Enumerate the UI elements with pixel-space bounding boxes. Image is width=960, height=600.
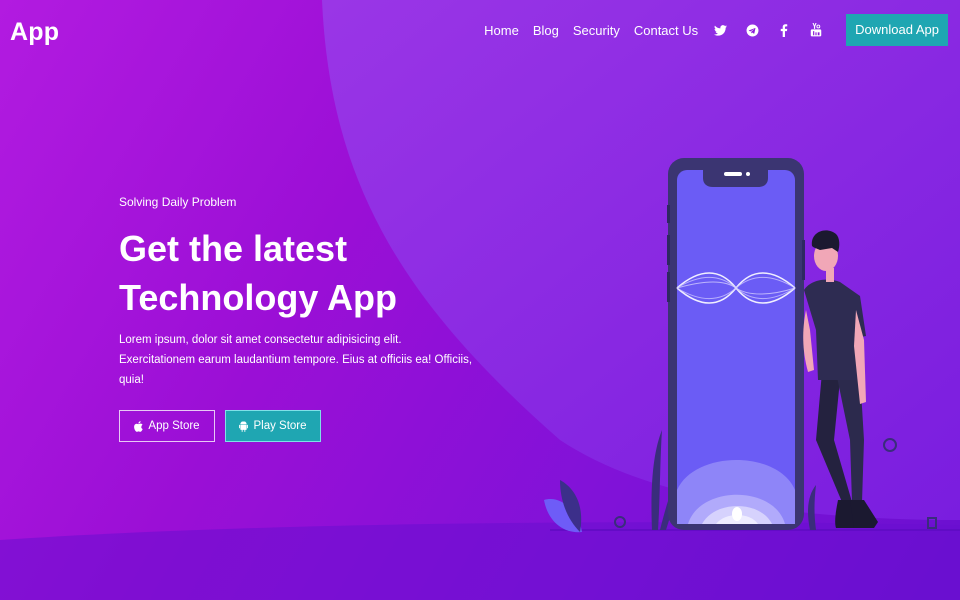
youtube-icon[interactable] xyxy=(808,22,824,38)
telegram-icon[interactable] xyxy=(744,22,760,38)
cta-buttons: App Store Play Store xyxy=(119,410,499,442)
logo[interactable]: App xyxy=(10,18,59,47)
main-nav: Home Blog Security Contact Us Download A… xyxy=(484,14,948,46)
play-store-button[interactable]: Play Store xyxy=(225,410,321,442)
top-navbar: App Home Blog Security Contact Us Downlo… xyxy=(0,0,960,64)
hero-title-line-1: Get the latest xyxy=(119,228,348,269)
phone-illustration xyxy=(544,158,960,533)
app-store-button[interactable]: App Store xyxy=(119,410,215,442)
nav-blog[interactable]: Blog xyxy=(533,23,559,38)
hero-title: Get the latest Technology App xyxy=(119,224,419,322)
hero-kicker: Solving Daily Problem xyxy=(119,195,237,209)
twitter-icon[interactable] xyxy=(712,22,728,38)
person-figure xyxy=(803,230,878,528)
nav-home[interactable]: Home xyxy=(484,23,519,38)
hero-description: Lorem ipsum, dolor sit amet consectetur … xyxy=(119,334,473,386)
facebook-icon[interactable] xyxy=(776,22,792,38)
play-store-label: Play Store xyxy=(253,420,307,432)
hero-title-line-2: Technology App xyxy=(119,277,397,318)
nav-contact-us[interactable]: Contact Us xyxy=(634,23,698,38)
android-icon xyxy=(239,420,249,432)
app-store-label: App Store xyxy=(148,420,200,432)
apple-icon xyxy=(134,420,144,432)
download-app-button[interactable]: Download App xyxy=(846,14,948,46)
nav-security[interactable]: Security xyxy=(573,23,620,38)
hero-section: Solving Daily Problem Get the latest Tec… xyxy=(119,195,499,442)
